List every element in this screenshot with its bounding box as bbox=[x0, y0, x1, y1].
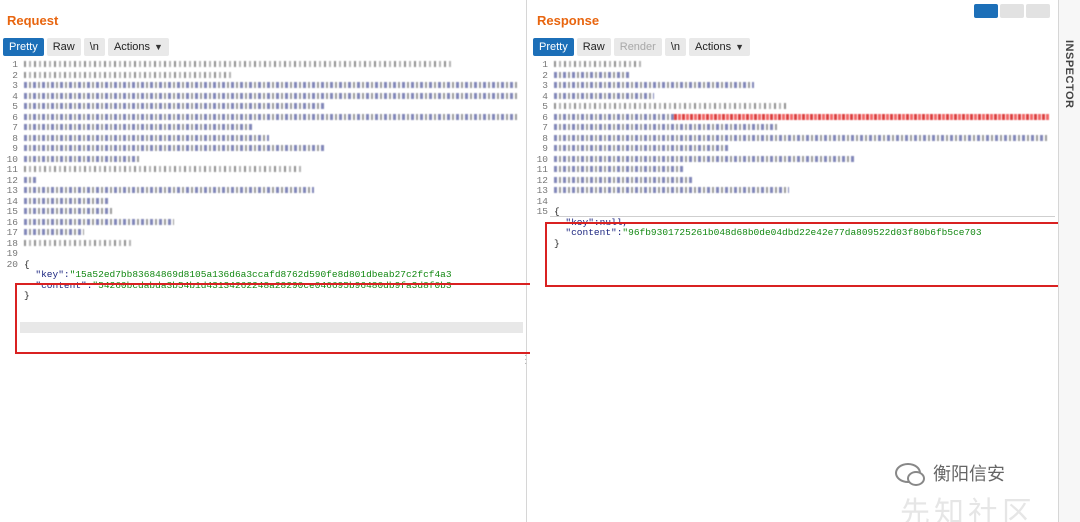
request-pane: Request Pretty Raw \n Actions ▼ 12345678… bbox=[0, 0, 532, 522]
chevron-down-icon: ▼ bbox=[735, 42, 745, 52]
layout-side-by-side-icon[interactable] bbox=[974, 4, 998, 18]
line-number: 19 bbox=[6, 248, 18, 259]
request-headers-redacted: { "key":"15a52ed7bb83684869d8105a136d6a3… bbox=[24, 60, 519, 302]
line-number: 7 bbox=[542, 122, 548, 133]
layout-switch bbox=[974, 4, 1050, 18]
line-number: 7 bbox=[12, 122, 18, 133]
line-number: 9 bbox=[542, 143, 548, 154]
line-number: 5 bbox=[12, 101, 18, 112]
response-header-body-divider bbox=[550, 216, 1055, 217]
layout-tabs-icon[interactable] bbox=[1026, 4, 1050, 18]
line-number: 20 bbox=[6, 258, 18, 270]
line-number: 15 bbox=[536, 206, 548, 217]
line-number: 3 bbox=[12, 80, 18, 91]
request-title: Request bbox=[7, 13, 59, 28]
line-number: 11 bbox=[536, 164, 548, 175]
response-pretty-button[interactable]: Pretty bbox=[533, 38, 574, 56]
inspector-label: INSPECTOR bbox=[1063, 40, 1075, 109]
wechat-icon bbox=[895, 463, 925, 486]
request-line-numbers: 1 2 3 4 5 6 7 8 9 10 11 12 13 14 15 16 17 18 19 20 bbox=[0, 59, 18, 270]
request-actions-button[interactable]: Actions ▼ bbox=[107, 38, 169, 56]
chevron-down-icon: ▼ bbox=[154, 42, 163, 52]
response-toolbar: Pretty Raw Render \n Actions ▼ bbox=[533, 38, 751, 56]
response-headers-redacted: { "key":null, "content":"96fb9301725261b… bbox=[554, 60, 1049, 249]
response-actions-label: Actions bbox=[695, 41, 732, 53]
response-pane: Response Pretty Raw Render \n Actions ▼ … bbox=[530, 0, 1063, 522]
response-actions-button[interactable]: Actions ▼ bbox=[689, 38, 751, 56]
layout-stacked-icon[interactable] bbox=[1000, 4, 1024, 18]
line-number: 9 bbox=[12, 143, 18, 154]
line-number: 3 bbox=[542, 80, 548, 91]
line-number: 1 bbox=[12, 59, 18, 70]
response-title: Response bbox=[537, 13, 600, 28]
inspector-sidebar[interactable]: INSPECTOR bbox=[1058, 0, 1080, 522]
request-newline-button[interactable]: \n bbox=[83, 38, 105, 56]
request-toolbar: Pretty Raw \n Actions ▼ bbox=[3, 38, 169, 56]
watermark-text: 衡阳信安 bbox=[933, 464, 1005, 485]
line-number: 13 bbox=[6, 185, 18, 196]
line-number: 17 bbox=[6, 227, 18, 238]
watermark: 衡阳信安 bbox=[895, 460, 1005, 486]
watermark-faint-text: 先知社区 bbox=[900, 496, 1036, 522]
line-number: 13 bbox=[536, 185, 548, 196]
resize-handle-icon[interactable]: · · · bbox=[524, 351, 527, 369]
line-number: 15 bbox=[6, 206, 18, 217]
response-highlight-box bbox=[545, 222, 1063, 287]
request-json-key-value: "15a52ed7bb83684869d8105a136d6a3ccafd876… bbox=[69, 269, 452, 280]
request-actions-label: Actions bbox=[113, 41, 151, 53]
response-raw-button[interactable]: Raw bbox=[576, 38, 611, 56]
response-newline-button[interactable]: \n bbox=[664, 38, 687, 56]
line-number: 11 bbox=[6, 164, 18, 175]
line-number: 5 bbox=[542, 101, 548, 112]
response-render-button[interactable]: Render bbox=[613, 38, 662, 56]
request-highlight-box bbox=[15, 283, 532, 354]
line-number: 1 bbox=[542, 59, 548, 70]
response-line-numbers: 1 2 3 4 5 6 7 8 9 10 11 12 13 14 15 bbox=[530, 59, 548, 218]
request-json-open: { bbox=[24, 258, 30, 270]
request-pretty-button[interactable]: Pretty bbox=[3, 38, 44, 56]
request-raw-button[interactable]: Raw bbox=[46, 38, 81, 56]
request-json-key-name: "key": bbox=[35, 269, 70, 280]
